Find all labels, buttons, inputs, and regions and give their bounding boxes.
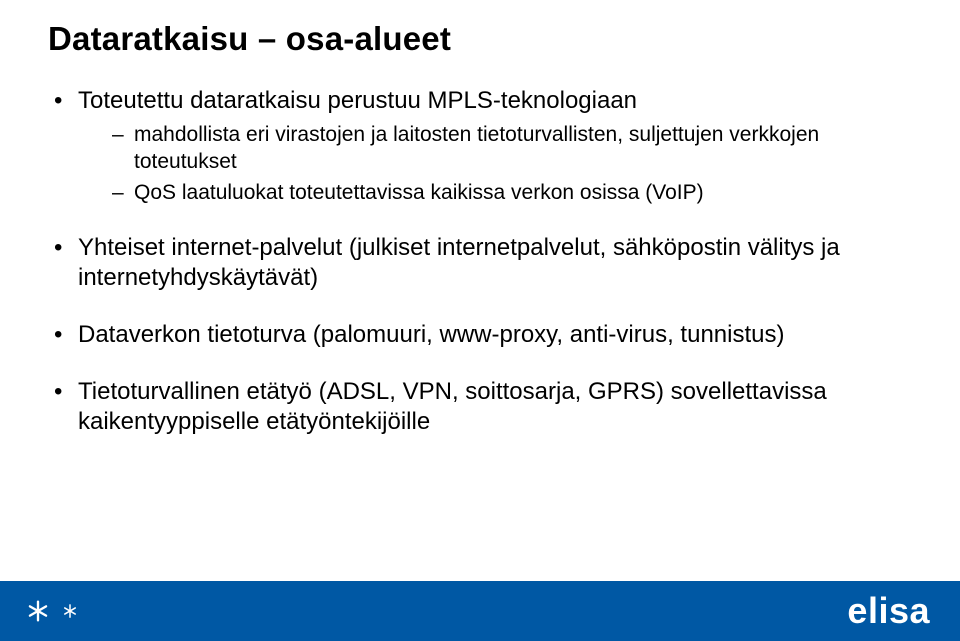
sub-list-item-text: QoS laatuluokat toteutettavissa kaikissa… [134, 181, 704, 204]
sub-list-item: QoS laatuluokat toteutettavissa kaikissa… [108, 179, 912, 206]
sub-list: mahdollista eri virastojen ja laitosten … [108, 121, 912, 207]
list-item-text: Tietoturvallinen etätyö (ADSL, VPN, soit… [78, 378, 827, 436]
footer-bar: elisa [0, 581, 960, 641]
list-item-text: Yhteiset internet-palvelut (julkiset int… [78, 234, 840, 292]
asterisk-icon [61, 602, 79, 620]
page-title: Dataratkaisu – osa-alueet [48, 20, 912, 58]
footer-right: elisa [847, 593, 930, 629]
brand-logo: elisa [847, 593, 930, 629]
list-item: Toteutettu dataratkaisu perustuu MPLS-te… [48, 86, 912, 207]
slide: Dataratkaisu – osa-alueet Toteutettu dat… [0, 0, 960, 641]
list-item: Tietoturvallinen etätyö (ADSL, VPN, soit… [48, 377, 912, 438]
list-item-text: Toteutettu dataratkaisu perustuu MPLS-te… [78, 87, 637, 114]
list-item-text: Dataverkon tietoturva (palomuuri, www-pr… [78, 321, 784, 348]
list-item: Yhteiset internet-palvelut (julkiset int… [48, 233, 912, 294]
sub-list-item-text: mahdollista eri virastojen ja laitosten … [134, 123, 819, 173]
bullet-list: Toteutettu dataratkaisu perustuu MPLS-te… [48, 86, 912, 438]
asterisk-icon [24, 597, 52, 625]
list-item: Dataverkon tietoturva (palomuuri, www-pr… [48, 320, 912, 351]
footer-left-icons [24, 597, 84, 625]
sub-list-item: mahdollista eri virastojen ja laitosten … [108, 121, 912, 176]
